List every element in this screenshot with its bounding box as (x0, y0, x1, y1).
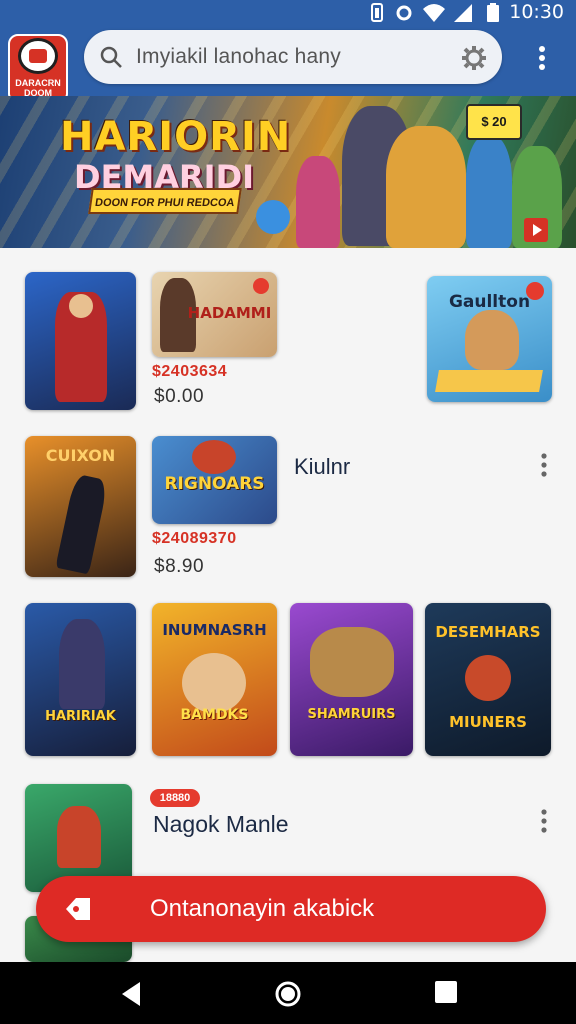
back-icon[interactable] (118, 980, 144, 1008)
search-bar[interactable]: Imyiakil lanohac hany (84, 30, 502, 84)
tag-icon (66, 898, 90, 920)
primary-action-label: Ontanonayin akabick (150, 895, 375, 922)
game-tile[interactable]: Gaullton (427, 276, 552, 402)
row-title: Kiulnr (294, 454, 351, 479)
hero-tagline: DOON FOR PHUI REDCOA (88, 188, 242, 214)
logo-text: DARACRN DOOM (15, 78, 61, 98)
top-app-bar: 10:30 DARACRN DOOM Imyiakil lanohac hany (0, 0, 576, 100)
game-tile[interactable] (25, 272, 136, 410)
status-time: 10:30 (509, 1, 564, 23)
price-sub-label: $0.00 (154, 386, 205, 407)
more-options-icon[interactable] (536, 452, 552, 480)
game-tile-caption: RIGNOARS (164, 474, 265, 494)
hero-price-badge: $ 20 (466, 104, 522, 140)
game-tile[interactable]: HARIRIAK (25, 603, 136, 756)
row-badge: 18880 (150, 789, 200, 807)
game-tile-subcaption: BAMDKS (180, 707, 249, 723)
play-icon[interactable] (524, 218, 548, 242)
overflow-menu-icon[interactable] (534, 44, 550, 74)
game-tile-caption: HARIRIAK (45, 709, 116, 724)
game-tile[interactable]: DESEMHARS MIUNERS (425, 603, 551, 756)
system-navigation-bar (0, 962, 576, 1024)
search-placeholder: Imyiakil lanohac hany (136, 45, 341, 68)
status-bar: 10:30 (0, 0, 576, 26)
game-tile-caption: CUIXON (45, 446, 116, 465)
wifi-icon (423, 4, 445, 22)
home-icon[interactable] (274, 980, 302, 1008)
game-tile-subcaption: MIUNERS (449, 713, 527, 731)
battery-icon (487, 3, 499, 22)
price-label: $2403634 (152, 363, 228, 380)
search-icon (100, 46, 122, 68)
game-tile-caption: INUMNASRH (162, 621, 267, 639)
game-tile-caption: HADAMMI (187, 304, 272, 322)
price-sub-label: $8.90 (154, 556, 205, 577)
signal-icon (454, 4, 472, 22)
game-tile[interactable]: CUIXON (25, 436, 136, 577)
game-tile[interactable]: INUMNASRH BAMDKS (152, 603, 277, 756)
game-tile[interactable]: HADAMMI (152, 272, 277, 357)
logo-emblem-icon (18, 38, 58, 74)
gear-icon[interactable] (460, 44, 488, 72)
game-tile[interactable]: SHAMRUIRS (290, 603, 413, 756)
recents-icon[interactable] (434, 980, 458, 1004)
app-screen: 10:30 DARACRN DOOM Imyiakil lanohac hany… (0, 0, 576, 1024)
hero-banner[interactable]: HARIORIN DEMARIDI DOON FOR PHUI REDCOA $… (0, 96, 576, 248)
app-logo[interactable]: DARACRN DOOM (8, 34, 68, 100)
settings-status-icon (396, 5, 412, 21)
game-tile-caption: DESEMHARS (435, 623, 541, 641)
price-label: $24089370 (152, 530, 237, 547)
more-options-icon[interactable] (536, 808, 552, 836)
row-title: Nagok Manle (153, 811, 289, 837)
game-tile-caption: SHAMRUIRS (307, 707, 396, 722)
game-tile[interactable]: RIGNOARS (152, 436, 277, 524)
hero-title: HARIORIN (60, 114, 292, 160)
primary-action-button[interactable]: Ontanonayin akabick (36, 876, 546, 942)
battery-saver-icon (371, 3, 383, 22)
